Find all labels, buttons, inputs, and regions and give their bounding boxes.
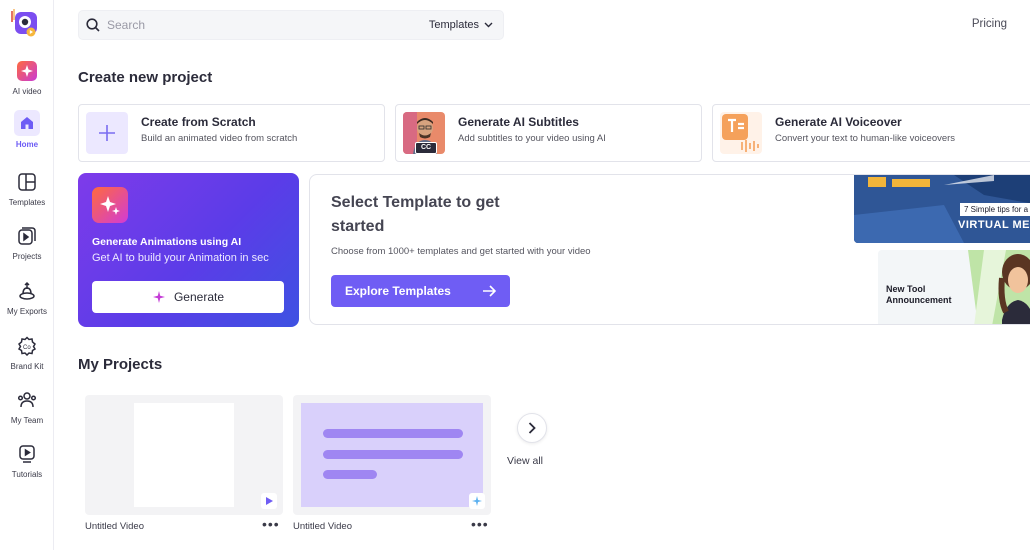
templates-icon xyxy=(15,170,39,194)
sidebar-item-label: Brand Kit xyxy=(10,362,44,371)
template-text-line: New Tool xyxy=(886,284,926,294)
template-thumbnail[interactable]: New Tool Announcement xyxy=(878,250,1030,324)
sidebar-item-templates[interactable]: Templates xyxy=(0,170,54,207)
template-banner: Select Template to get started Choose fr… xyxy=(309,174,1030,325)
video-play-icon xyxy=(261,493,277,509)
sidebar-item-label: Templates xyxy=(8,198,46,207)
more-options-icon[interactable]: ••• xyxy=(471,517,489,531)
template-text: 7 Simple tips for a xyxy=(960,203,1030,216)
sparkle-icon xyxy=(152,291,165,303)
sidebar-item-label: AI video xyxy=(12,87,42,96)
plus-icon xyxy=(86,112,128,154)
search-category-label: Templates xyxy=(428,19,479,31)
template-thumbnail[interactable]: 7 Simple tips for a VIRTUAL ME xyxy=(854,175,1030,243)
tutorials-icon xyxy=(15,442,39,466)
app-logo[interactable] xyxy=(10,8,40,38)
ai-card-title: Generate Animations using AI xyxy=(92,236,242,248)
search-category-dropdown[interactable]: Templates xyxy=(429,19,493,31)
generate-ai-voiceover-card[interactable]: Generate AI Voiceover Convert your text … xyxy=(712,104,1030,162)
search-bar: Templates xyxy=(78,10,504,40)
project-card[interactable] xyxy=(293,395,491,515)
card-title: Generate AI Voiceover xyxy=(775,115,902,129)
arrow-right-icon xyxy=(483,285,496,297)
cc-badge: CC xyxy=(415,142,437,154)
generate-button-label: Generate xyxy=(173,290,225,304)
sidebar-item-label: My Team xyxy=(10,416,44,425)
sparkle-icon xyxy=(15,59,39,83)
view-all-button[interactable] xyxy=(517,413,547,443)
team-icon xyxy=(15,388,39,412)
template-text-line: Announcement xyxy=(886,295,952,305)
project-thumbnail xyxy=(134,403,234,507)
sidebar-item-tutorials[interactable]: Tutorials xyxy=(0,442,54,479)
svg-text:Co: Co xyxy=(23,345,31,351)
create-project-heading: Create new project xyxy=(78,69,213,86)
explore-templates-button[interactable]: Explore Templates xyxy=(331,275,510,307)
template-banner-subtitle: Choose from 1000+ templates and get star… xyxy=(331,246,591,257)
brand-kit-icon: Co xyxy=(15,334,39,358)
more-options-icon[interactable]: ••• xyxy=(262,517,280,531)
template-text: New Tool Announcement xyxy=(886,284,952,306)
project-thumbnail xyxy=(301,403,483,507)
sidebar-item-my-exports[interactable]: My Exports xyxy=(0,279,54,316)
subtitles-thumbnail: CC xyxy=(403,112,445,154)
sidebar-item-label: Projects xyxy=(12,252,42,261)
search-input[interactable] xyxy=(107,18,407,32)
card-title: Generate AI Subtitles xyxy=(458,115,579,129)
explore-templates-label: Explore Templates xyxy=(345,284,451,298)
card-subtitle: Build an animated video from scratch xyxy=(141,133,298,144)
card-subtitle: Add subtitles to your video using AI xyxy=(458,133,606,144)
ai-card-subtitle: Get AI to build your Animation in sec xyxy=(92,252,269,264)
sparkle-icon xyxy=(92,187,128,223)
sidebar-item-my-team[interactable]: My Team xyxy=(0,388,54,425)
pricing-link[interactable]: Pricing xyxy=(972,18,1007,30)
search-icon xyxy=(86,18,100,32)
projects-icon xyxy=(15,224,39,248)
template-banner-title: Select Template to get started xyxy=(331,194,500,235)
generate-button[interactable]: Generate xyxy=(92,281,284,313)
card-title: Create from Scratch xyxy=(141,115,256,129)
project-name: Untitled Video xyxy=(85,521,144,532)
project-card[interactable] xyxy=(85,395,283,515)
chevron-right-icon xyxy=(528,422,536,434)
sidebar: AI video Home Templates Projects My Expo… xyxy=(0,0,54,550)
project-name: Untitled Video xyxy=(293,521,352,532)
sidebar-item-label: Home xyxy=(15,140,39,149)
create-from-scratch-card[interactable]: Create from Scratch Build an animated vi… xyxy=(78,104,385,162)
my-projects-heading: My Projects xyxy=(78,356,163,373)
sidebar-item-label: Tutorials xyxy=(11,470,43,479)
home-icon xyxy=(14,110,40,136)
card-subtitle: Convert your text to human-like voiceove… xyxy=(775,133,956,144)
template-text: VIRTUAL ME xyxy=(958,219,1030,231)
ai-animation-card[interactable]: Generate Animations using AI Get AI to b… xyxy=(78,173,299,327)
sidebar-item-projects[interactable]: Projects xyxy=(0,224,54,261)
view-all-link[interactable]: View all xyxy=(507,455,543,467)
ai-sparkle-icon xyxy=(469,493,485,509)
exports-icon xyxy=(15,279,39,303)
sidebar-item-home[interactable]: Home xyxy=(0,110,54,149)
sidebar-item-label: My Exports xyxy=(6,307,47,316)
generate-ai-subtitles-card[interactable]: CC Generate AI Subtitles Add subtitles t… xyxy=(395,104,702,162)
sidebar-item-brand-kit[interactable]: Co Brand Kit xyxy=(0,334,54,371)
chevron-down-icon xyxy=(484,22,493,28)
voiceover-icon xyxy=(720,112,762,154)
sidebar-item-ai-video[interactable]: AI video xyxy=(0,59,54,96)
